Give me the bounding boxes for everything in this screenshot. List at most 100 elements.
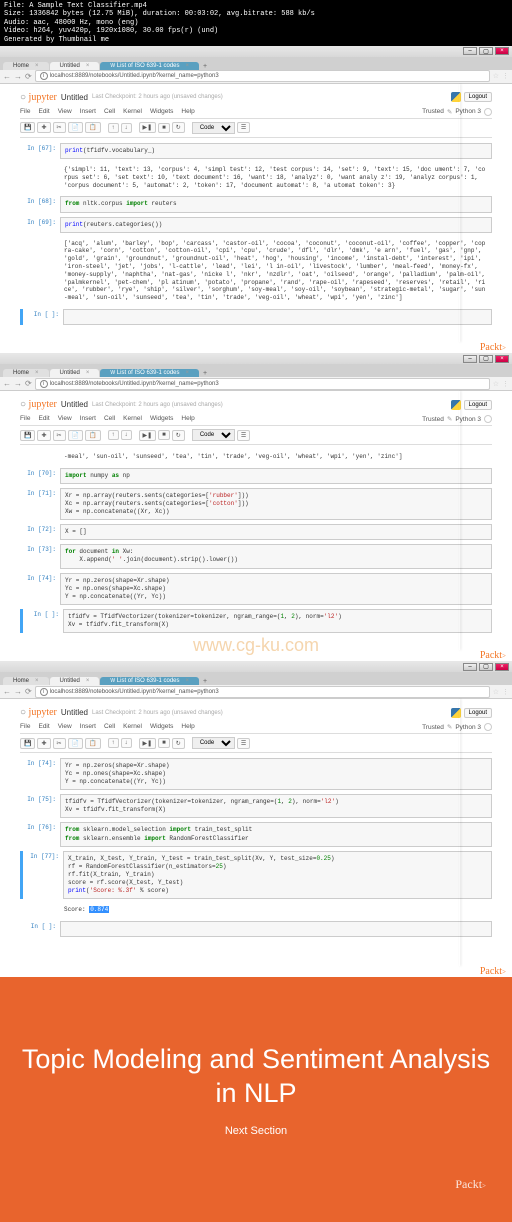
menu-widgets[interactable]: Widgets	[150, 108, 173, 116]
add-cell-button[interactable]: ✚	[37, 122, 50, 133]
logout-button[interactable]: Logout	[464, 708, 492, 718]
stop-button[interactable]: ■	[158, 430, 170, 440]
back-button[interactable]: ←	[3, 687, 11, 696]
menu-edit[interactable]: Edit	[38, 723, 49, 731]
menu-icon[interactable]: ⋮	[502, 72, 509, 80]
copy-button[interactable]: 📄	[68, 738, 83, 749]
menu-kernel[interactable]: Kernel	[123, 108, 142, 116]
address-bar[interactable]: ilocalhost:8889/notebooks/Untitled.ipynb…	[35, 70, 490, 82]
menu-insert[interactable]: Insert	[80, 415, 96, 423]
address-bar[interactable]: ilocalhost:8889/notebooks/Untitled.ipynb…	[35, 378, 490, 390]
menu-view[interactable]: View	[58, 108, 72, 116]
tab-home[interactable]: Home×	[3, 677, 49, 685]
menu-edit[interactable]: Edit	[38, 415, 49, 423]
minimize-button[interactable]: ‒	[463, 355, 477, 363]
tab-untitled[interactable]: Untitled×	[50, 677, 100, 685]
menu-view[interactable]: View	[58, 723, 72, 731]
jupyter-logo[interactable]: ○ jupyter	[20, 399, 57, 410]
move-down-button[interactable]: ↓	[121, 123, 132, 133]
menu-file[interactable]: File	[20, 415, 30, 423]
code-cell[interactable]	[60, 921, 492, 937]
close-button[interactable]: ×	[495, 47, 509, 55]
move-down-button[interactable]: ↓	[121, 738, 132, 748]
save-button[interactable]: 💾	[20, 430, 35, 441]
stop-button[interactable]: ■	[158, 738, 170, 748]
cell-type-select[interactable]: Code	[192, 737, 235, 749]
code-cell[interactable]: tfidfv = TfidfVectorizer(tokenizer=token…	[63, 609, 492, 633]
run-button[interactable]: ▶❚	[139, 122, 157, 133]
menu-view[interactable]: View	[58, 415, 72, 423]
command-palette-button[interactable]: ☰	[237, 430, 250, 441]
reload-button[interactable]: ⟳	[25, 72, 32, 81]
move-up-button[interactable]: ↑	[108, 123, 119, 133]
cut-button[interactable]: ✂	[53, 430, 66, 441]
tab-iso-codes[interactable]: W List of ISO 639-1 codes×	[100, 62, 199, 70]
back-button[interactable]: ←	[3, 72, 11, 81]
move-up-button[interactable]: ↑	[108, 430, 119, 440]
bookmark-star-icon[interactable]: ☆	[493, 72, 499, 80]
paste-button[interactable]: 📋	[85, 738, 100, 749]
command-palette-button[interactable]: ☰	[237, 738, 250, 749]
minimize-button[interactable]: ‒	[463, 47, 477, 55]
jupyter-logo[interactable]: ○ jupyter	[20, 707, 57, 718]
code-cell[interactable]: from sklearn.model_selection import trai…	[60, 822, 492, 846]
menu-help[interactable]: Help	[181, 723, 194, 731]
tab-iso-codes[interactable]: W List of ISO 639-1 codes×	[100, 369, 199, 377]
copy-button[interactable]: 📄	[68, 122, 83, 133]
move-down-button[interactable]: ↓	[121, 430, 132, 440]
save-button[interactable]: 💾	[20, 122, 35, 133]
stop-button[interactable]: ■	[158, 123, 170, 133]
logout-button[interactable]: Logout	[464, 400, 492, 410]
forward-button[interactable]: →	[14, 379, 22, 388]
restart-button[interactable]: ↻	[172, 430, 185, 441]
reload-button[interactable]: ⟳	[25, 379, 32, 388]
tab-close-icon[interactable]: ×	[86, 63, 90, 69]
code-cell[interactable]: print(reuters.categories())	[60, 217, 492, 233]
code-cell[interactable]: import numpy as np	[60, 468, 492, 484]
code-cell[interactable]: X = []	[60, 524, 492, 540]
code-cell[interactable]: Yr = np.zeros(shape=Xr.shape)Yc = np.one…	[60, 573, 492, 605]
tab-home[interactable]: Home×	[3, 369, 49, 377]
menu-file[interactable]: File	[20, 108, 30, 116]
close-button[interactable]: ×	[495, 663, 509, 671]
menu-help[interactable]: Help	[181, 108, 194, 116]
notebook-title[interactable]: Untitled	[61, 400, 88, 409]
run-button[interactable]: ▶❚	[139, 738, 157, 749]
menu-kernel[interactable]: Kernel	[123, 415, 142, 423]
tab-home[interactable]: Home×	[3, 62, 49, 70]
notebook-title[interactable]: Untitled	[61, 93, 88, 102]
tab-untitled[interactable]: Untitled×	[50, 369, 100, 377]
code-cell[interactable]: tfidfv = TfidfVectorizer(tokenizer=token…	[60, 794, 492, 818]
code-cell[interactable]: Yr = np.zeros(shape=Xr.shape)Yc = np.one…	[60, 758, 492, 790]
forward-button[interactable]: →	[14, 72, 22, 81]
paste-button[interactable]: 📋	[85, 430, 100, 441]
code-cell[interactable]: for document in Xw: X.append(' '.join(do…	[60, 544, 492, 568]
jupyter-logo[interactable]: ○ jupyter	[20, 92, 57, 103]
new-tab-button[interactable]: +	[200, 63, 210, 70]
move-up-button[interactable]: ↑	[108, 738, 119, 748]
restart-button[interactable]: ↻	[172, 122, 185, 133]
maximize-button[interactable]: ▢	[479, 663, 493, 671]
notebook-title[interactable]: Untitled	[61, 708, 88, 717]
maximize-button[interactable]: ▢	[479, 47, 493, 55]
menu-widgets[interactable]: Widgets	[150, 723, 173, 731]
tab-iso-codes[interactable]: W List of ISO 639-1 codes×	[100, 677, 199, 685]
new-tab-button[interactable]: +	[200, 678, 210, 685]
menu-cell[interactable]: Cell	[104, 415, 115, 423]
copy-button[interactable]: 📄	[68, 430, 83, 441]
code-cell[interactable]: print(tfidfv.vocabulary_)	[60, 143, 492, 159]
reload-button[interactable]: ⟳	[25, 687, 32, 696]
address-bar[interactable]: ilocalhost:8889/notebooks/Untitled.ipynb…	[35, 686, 490, 698]
forward-button[interactable]: →	[14, 687, 22, 696]
logout-button[interactable]: Logout	[464, 92, 492, 102]
cut-button[interactable]: ✂	[53, 122, 66, 133]
menu-widgets[interactable]: Widgets	[150, 415, 173, 423]
code-cell[interactable]	[63, 309, 492, 325]
maximize-button[interactable]: ▢	[479, 355, 493, 363]
minimize-button[interactable]: ‒	[463, 663, 477, 671]
add-cell-button[interactable]: ✚	[37, 430, 50, 441]
command-palette-button[interactable]: ☰	[237, 122, 250, 133]
paste-button[interactable]: 📋	[85, 122, 100, 133]
menu-kernel[interactable]: Kernel	[123, 723, 142, 731]
cut-button[interactable]: ✂	[53, 738, 66, 749]
